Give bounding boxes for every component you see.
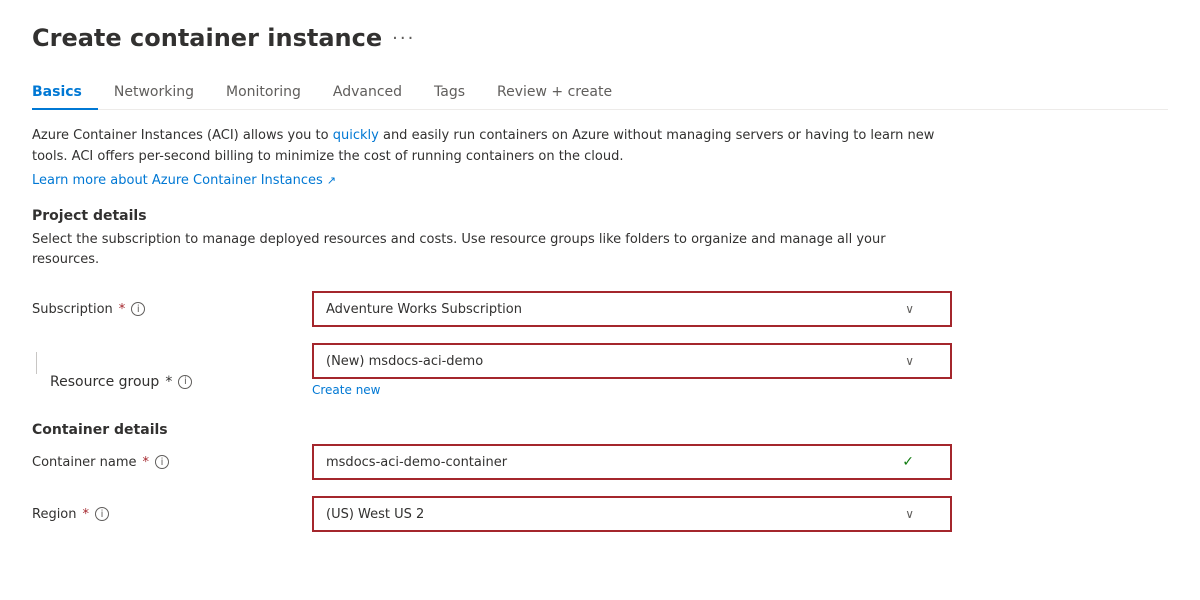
subscription-row: Subscription * i Adventure Works Subscri…: [32, 291, 1168, 327]
rg-vertical-line: [36, 352, 37, 374]
more-options-button[interactable]: ···: [392, 28, 415, 49]
project-details-section: Project details Select the subscription …: [32, 208, 1168, 399]
aci-description: Azure Container Instances (ACI) allows y…: [32, 126, 952, 168]
region-info-icon[interactable]: i: [95, 507, 109, 521]
region-dropdown[interactable]: (US) West US 2 ∨: [312, 496, 952, 532]
resource-group-required: *: [165, 374, 172, 390]
subscription-dropdown[interactable]: Adventure Works Subscription ∨: [312, 291, 952, 327]
container-name-info-icon[interactable]: i: [155, 455, 169, 469]
project-details-title: Project details: [32, 208, 1168, 224]
resource-group-chevron-icon: ∨: [905, 354, 914, 368]
resource-group-info-icon[interactable]: i: [178, 375, 192, 389]
region-required: *: [83, 507, 90, 522]
resource-group-value: (New) msdocs-aci-demo: [326, 354, 905, 369]
subscription-chevron-icon: ∨: [905, 302, 914, 316]
region-row: Region * i (US) West US 2 ∨: [32, 496, 1168, 532]
subscription-value: Adventure Works Subscription: [326, 302, 905, 317]
project-details-desc: Select the subscription to manage deploy…: [32, 230, 952, 272]
container-name-valid-icon: ✓: [902, 454, 914, 470]
container-name-label: Container name * i: [32, 455, 312, 470]
page-title: Create container instance: [32, 24, 382, 52]
subscription-info-icon[interactable]: i: [131, 302, 145, 316]
container-details-title: Container details: [32, 422, 1168, 438]
page-header: Create container instance ···: [32, 24, 1168, 52]
subscription-label: Subscription * i: [32, 302, 312, 317]
region-control: (US) West US 2 ∨: [312, 496, 952, 532]
container-name-control: msdocs-aci-demo-container ✓: [312, 444, 952, 480]
tab-bar: Basics Networking Monitoring Advanced Ta…: [32, 76, 1168, 110]
container-details-section: Container details Container name * i msd…: [32, 422, 1168, 532]
learn-more-link[interactable]: Learn more about Azure Container Instanc…: [32, 173, 336, 188]
container-name-value: msdocs-aci-demo-container: [326, 455, 902, 470]
container-name-input[interactable]: msdocs-aci-demo-container ✓: [312, 444, 952, 480]
tab-tags[interactable]: Tags: [418, 76, 481, 110]
external-link-icon: ↗: [327, 174, 336, 187]
resource-group-label-area: Resource group * i: [32, 352, 312, 390]
region-value: (US) West US 2: [326, 507, 905, 522]
subscription-required: *: [119, 302, 126, 317]
region-chevron-icon: ∨: [905, 507, 914, 521]
resource-group-dropdown[interactable]: (New) msdocs-aci-demo ∨: [312, 343, 952, 379]
highlight-text: quickly: [333, 128, 379, 143]
resource-group-row: Resource group * i (New) msdocs-aci-demo…: [32, 343, 1168, 398]
container-name-required: *: [143, 455, 150, 470]
tab-monitoring[interactable]: Monitoring: [210, 76, 317, 110]
tab-review-create[interactable]: Review + create: [481, 76, 628, 110]
resource-group-label: Resource group: [50, 374, 159, 390]
tab-advanced[interactable]: Advanced: [317, 76, 418, 110]
container-name-row: Container name * i msdocs-aci-demo-conta…: [32, 444, 1168, 480]
tab-networking[interactable]: Networking: [98, 76, 210, 110]
tab-basics[interactable]: Basics: [32, 76, 98, 110]
resource-group-control: (New) msdocs-aci-demo ∨ Create new: [312, 343, 952, 398]
subscription-control: Adventure Works Subscription ∨: [312, 291, 952, 327]
region-label: Region * i: [32, 507, 312, 522]
create-new-link[interactable]: Create new: [312, 383, 381, 397]
